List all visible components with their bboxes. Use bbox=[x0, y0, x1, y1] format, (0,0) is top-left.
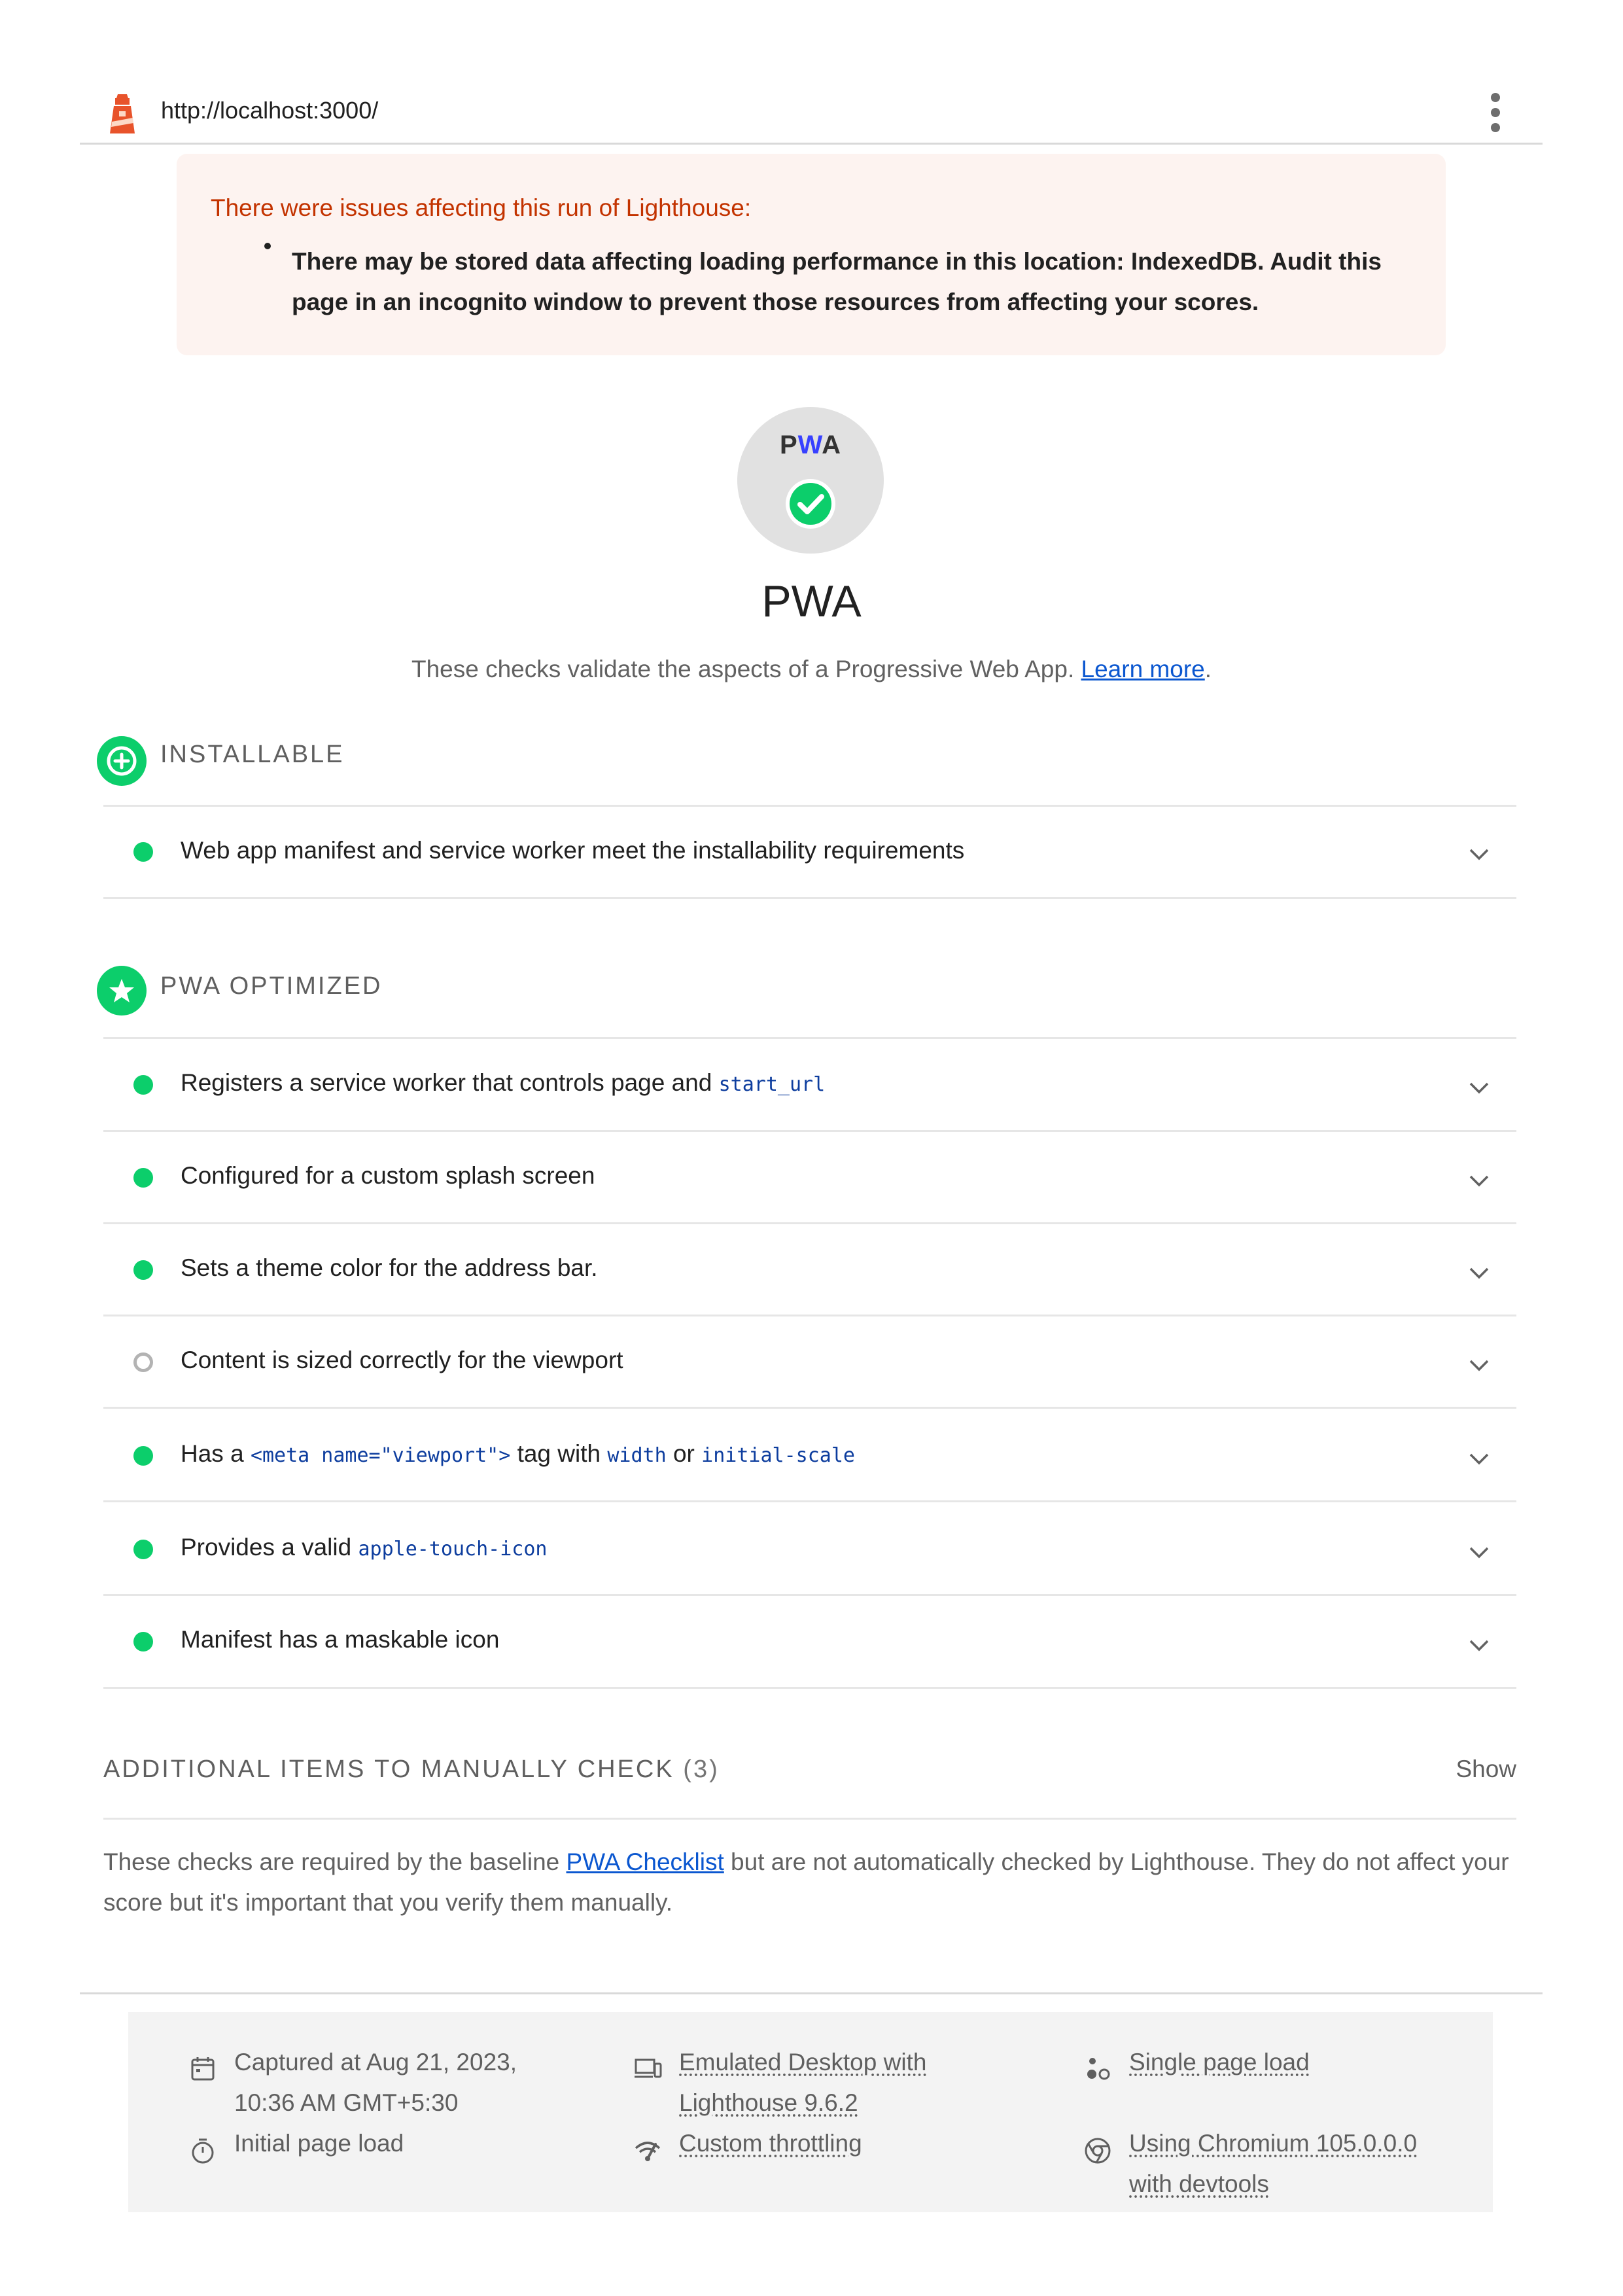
chevron-down-icon[interactable] bbox=[1468, 1174, 1490, 1188]
not-applicable-indicator-icon bbox=[133, 1352, 153, 1372]
category-title: PWA bbox=[761, 576, 862, 626]
audit-title: Content is sized correctly for the viewp… bbox=[181, 1347, 623, 1373]
footer-divider bbox=[80, 1992, 1543, 1994]
chevron-down-icon[interactable] bbox=[1468, 1266, 1490, 1280]
audit-title: Has a <meta name="viewport"> tag with wi… bbox=[181, 1440, 855, 1467]
pass-indicator-icon bbox=[133, 1632, 153, 1651]
tools-menu-icon[interactable] bbox=[1488, 93, 1503, 132]
audit-theme-color[interactable]: Sets a theme color for the address bar. bbox=[103, 1224, 1516, 1315]
audit-title: Web app manifest and service worker meet… bbox=[181, 837, 965, 864]
chromium-version-link[interactable]: Using Chromium 105.0.0.0 with devtools bbox=[1129, 2123, 1417, 2204]
chevron-down-icon[interactable] bbox=[1468, 1452, 1490, 1466]
single-load-icon bbox=[1087, 2058, 1110, 2080]
check-badge-icon bbox=[786, 479, 835, 529]
throttling-link[interactable]: Custom throttling bbox=[679, 2123, 862, 2164]
category-description: These checks validate the aspects of a P… bbox=[411, 656, 1212, 682]
audit-title: Configured for a custom splash screen bbox=[181, 1162, 595, 1189]
divider bbox=[103, 1687, 1516, 1689]
initial-page-load: Initial page load bbox=[234, 2130, 404, 2157]
audit-title: Manifest has a maskable icon bbox=[181, 1626, 500, 1653]
manual-checks-toggle[interactable]: ADDITIONAL ITEMS TO MANUALLY CHECK (3) bbox=[103, 1756, 720, 1784]
chevron-down-icon[interactable] bbox=[1468, 1638, 1490, 1653]
audit-installable-manifest[interactable]: Web app manifest and service worker meet… bbox=[103, 807, 1516, 897]
pwa-badge-text: PWA bbox=[779, 431, 842, 459]
audit-splash-screen[interactable]: Configured for a custom splash screen bbox=[103, 1132, 1516, 1222]
pass-indicator-icon bbox=[133, 1168, 153, 1188]
runtime-settings: Captured at Aug 21, 2023, 10:36 AM GMT+5… bbox=[128, 2012, 1493, 2212]
chevron-down-icon[interactable] bbox=[1468, 1545, 1490, 1560]
audited-url[interactable]: http://localhost:3000/ bbox=[161, 97, 378, 124]
manual-count: (3) bbox=[683, 1756, 720, 1783]
divider bbox=[103, 1818, 1516, 1820]
chevron-down-icon[interactable] bbox=[1468, 1358, 1490, 1373]
single-page-load-link[interactable]: Single page load bbox=[1129, 2042, 1310, 2083]
installable-plus-icon bbox=[97, 736, 147, 786]
optimized-star-icon bbox=[97, 966, 147, 1016]
audit-viewport[interactable]: Has a <meta name="viewport"> tag with wi… bbox=[103, 1409, 1516, 1500]
audit-service-worker[interactable]: Registers a service worker that controls… bbox=[103, 1039, 1516, 1130]
pass-indicator-icon bbox=[133, 1540, 153, 1559]
run-warnings: There were issues affecting this run of … bbox=[177, 154, 1446, 355]
group-title-installable: INSTALLABLE bbox=[160, 741, 345, 768]
chevron-down-icon[interactable] bbox=[1468, 847, 1490, 862]
audit-title: Registers a service worker that controls… bbox=[181, 1069, 826, 1096]
group-title-pwa-optimized: PWA OPTIMIZED bbox=[160, 972, 383, 1000]
show-button[interactable]: Show bbox=[1456, 1756, 1516, 1783]
manual-description: These checks are required by the baselin… bbox=[103, 1848, 1509, 1916]
emulated-device-link[interactable]: Emulated Desktop with Lighthouse 9.6.2 bbox=[679, 2042, 926, 2123]
divider bbox=[103, 897, 1516, 899]
audit-apple-touch-icon[interactable]: Provides a valid apple-touch-icon bbox=[103, 1502, 1516, 1594]
lighthouse-logo-icon bbox=[110, 94, 135, 133]
devices-icon bbox=[635, 2058, 662, 2078]
audit-content-width[interactable]: Content is sized correctly for the viewp… bbox=[103, 1316, 1516, 1407]
pass-indicator-icon bbox=[133, 1446, 153, 1466]
network-throttling-icon bbox=[635, 2142, 661, 2161]
warning-item: There may be stored data affecting loadi… bbox=[292, 248, 1382, 315]
warnings-title: There were issues affecting this run of … bbox=[211, 194, 752, 221]
bullet-icon bbox=[264, 243, 271, 249]
chrome-icon bbox=[1085, 2138, 1111, 2164]
report-topbar: http://localhost:3000/ bbox=[80, 85, 1543, 145]
audit-title: Sets a theme color for the address bar. bbox=[181, 1254, 598, 1281]
pwa-checklist-link[interactable]: PWA Checklist bbox=[567, 1848, 724, 1875]
pass-indicator-icon bbox=[133, 1075, 153, 1095]
audit-maskable-icon[interactable]: Manifest has a maskable icon bbox=[103, 1596, 1516, 1687]
audit-title: Provides a valid apple-touch-icon bbox=[181, 1534, 548, 1561]
pass-indicator-icon bbox=[133, 842, 153, 862]
calendar-icon bbox=[191, 2057, 215, 2081]
pass-indicator-icon bbox=[133, 1260, 153, 1280]
captured-at: Captured at Aug 21, 2023, 10:36 AM GMT+5… bbox=[234, 2049, 517, 2116]
stopwatch-icon bbox=[192, 2138, 214, 2164]
pwa-badge-gauge: PWA bbox=[737, 407, 884, 554]
chevron-down-icon[interactable] bbox=[1468, 1081, 1490, 1095]
learn-more-link[interactable]: Learn more bbox=[1081, 656, 1205, 682]
